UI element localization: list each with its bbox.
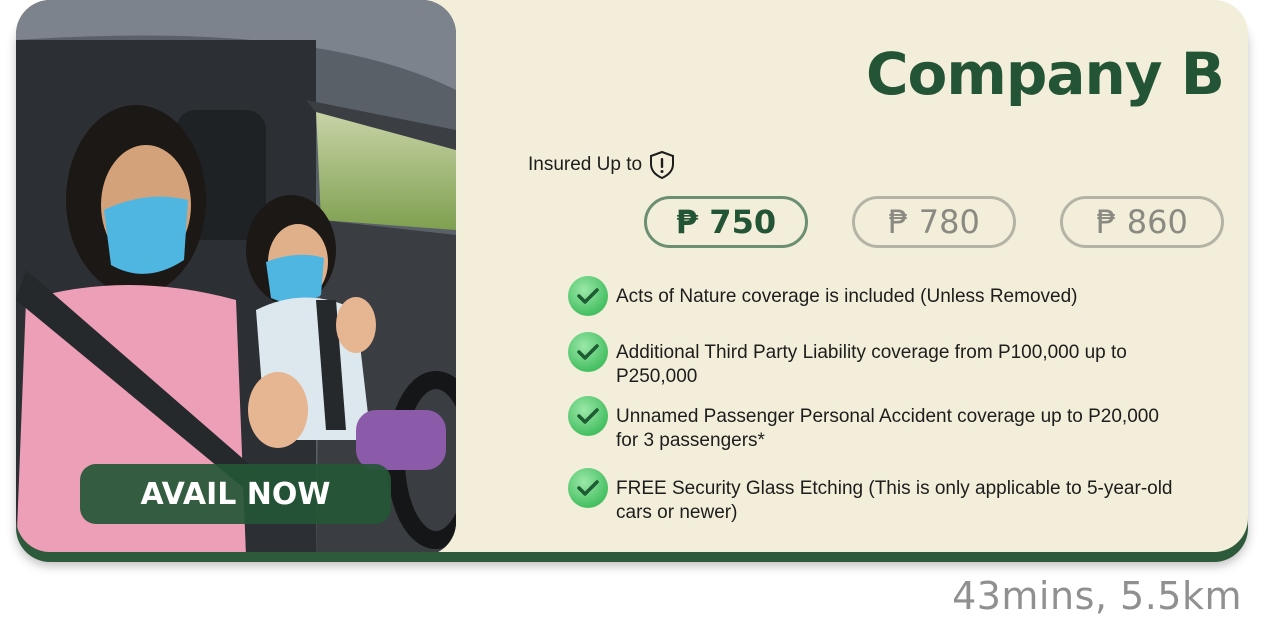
- check-icon: [568, 276, 608, 316]
- feature-text: FREE Security Glass Etching (This is onl…: [616, 478, 1173, 523]
- check-icon: [568, 468, 608, 508]
- feature-text: Unnamed Passenger Personal Accident cove…: [616, 406, 1159, 451]
- check-icon: [568, 396, 608, 436]
- feature-text: Additional Third Party Liability coverag…: [616, 342, 1127, 387]
- insured-up-to-label-row: Insured Up to: [528, 150, 676, 180]
- feature-item: Acts of Nature coverage is included (Unl…: [568, 276, 1176, 316]
- insured-up-to-label: Insured Up to: [528, 154, 643, 175]
- avail-now-button[interactable]: AVAIL NOW: [80, 464, 391, 524]
- feature-text: Acts of Nature coverage is included (Unl…: [616, 286, 1078, 307]
- company-title: Company B: [865, 40, 1225, 108]
- car-photo: AVAIL NOW: [16, 0, 456, 552]
- feature-item: Additional Third Party Liability coverag…: [568, 332, 1176, 389]
- check-icon: [568, 332, 608, 372]
- feature-item: FREE Security Glass Etching (This is onl…: [568, 468, 1176, 525]
- price-option-750[interactable]: ₱ 750: [644, 196, 808, 248]
- price-option-860[interactable]: ₱ 860: [1060, 196, 1224, 248]
- shield-alert-icon[interactable]: [648, 150, 676, 180]
- feature-item: Unnamed Passenger Personal Accident cove…: [568, 396, 1176, 453]
- eta-distance-text: 43mins, 5.5km: [952, 574, 1242, 618]
- price-option-780[interactable]: ₱ 780: [852, 196, 1016, 248]
- insurance-offer-card: AVAIL NOW Company B Insured Up to ₱ 750 …: [16, 0, 1248, 552]
